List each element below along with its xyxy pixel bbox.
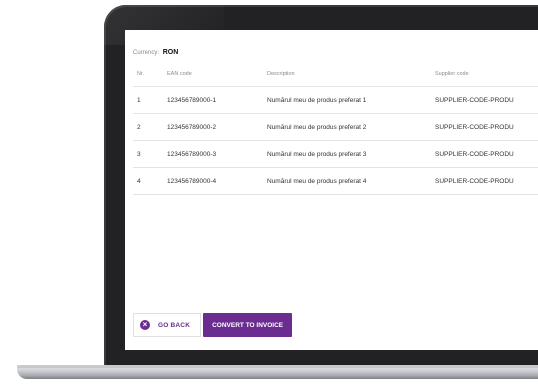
convert-to-invoice-label: CONVERT TO INVOICE	[212, 321, 284, 329]
cell-nr: 1	[133, 86, 167, 114]
column-header-ean: EAN code	[167, 62, 267, 87]
cell-ean: 123456789000-1	[167, 86, 267, 114]
cell-ean: 123456789000-2	[167, 113, 267, 141]
convert-to-invoice-button[interactable]: CONVERT TO INVOICE	[203, 313, 293, 337]
column-header-description: Description	[267, 62, 435, 87]
cell-supplier: SUPPLIER-CODE-PRODU	[435, 140, 538, 168]
table-row: 4 123456789000-4 Numărul meu de produs p…	[133, 167, 538, 195]
table-row: 1 123456789000-1 Numărul meu de produs p…	[133, 86, 538, 114]
cell-supplier: SUPPLIER-CODE-PRODU	[435, 113, 538, 141]
cell-nr: 4	[133, 167, 167, 195]
laptop-base	[17, 365, 538, 379]
table-header-row: Nr. EAN code Description Supplier code	[133, 62, 538, 87]
go-back-label: GO BACK	[158, 321, 191, 329]
laptop-base-edge	[17, 365, 538, 368]
laptop-screen: Currency: RON Nr. EAN code Description S…	[125, 30, 538, 350]
column-header-nr: Nr.	[133, 62, 167, 87]
currency-display: Currency: RON	[133, 49, 178, 56]
cell-description: Numărul meu de produs preferat 1	[267, 86, 435, 114]
currency-value: RON	[162, 49, 179, 56]
cell-ean: 123456789000-4	[167, 167, 267, 195]
cell-nr: 2	[133, 113, 167, 141]
action-bar: × GO BACK CONVERT TO INVOICE	[133, 313, 293, 337]
circle-x-icon: ×	[140, 320, 150, 330]
cell-nr: 3	[133, 140, 167, 168]
currency-label: Currency:	[133, 50, 160, 56]
cell-description: Numărul meu de produs preferat 2	[267, 113, 435, 141]
table-row: 2 123456789000-2 Numărul meu de produs p…	[133, 113, 538, 141]
cell-ean: 123456789000-3	[167, 140, 267, 168]
column-header-supplier: Supplier code	[435, 62, 538, 87]
cell-supplier: SUPPLIER-CODE-PRODU	[435, 167, 538, 195]
cell-description: Numărul meu de produs preferat 4	[267, 167, 435, 195]
cell-description: Numărul meu de produs preferat 3	[267, 140, 435, 168]
go-back-button[interactable]: × GO BACK	[133, 313, 202, 337]
products-table: Nr. EAN code Description Supplier code 1…	[133, 62, 538, 195]
cell-supplier: SUPPLIER-CODE-PRODU	[435, 86, 538, 114]
table-row: 3 123456789000-3 Numărul meu de produs p…	[133, 140, 538, 168]
